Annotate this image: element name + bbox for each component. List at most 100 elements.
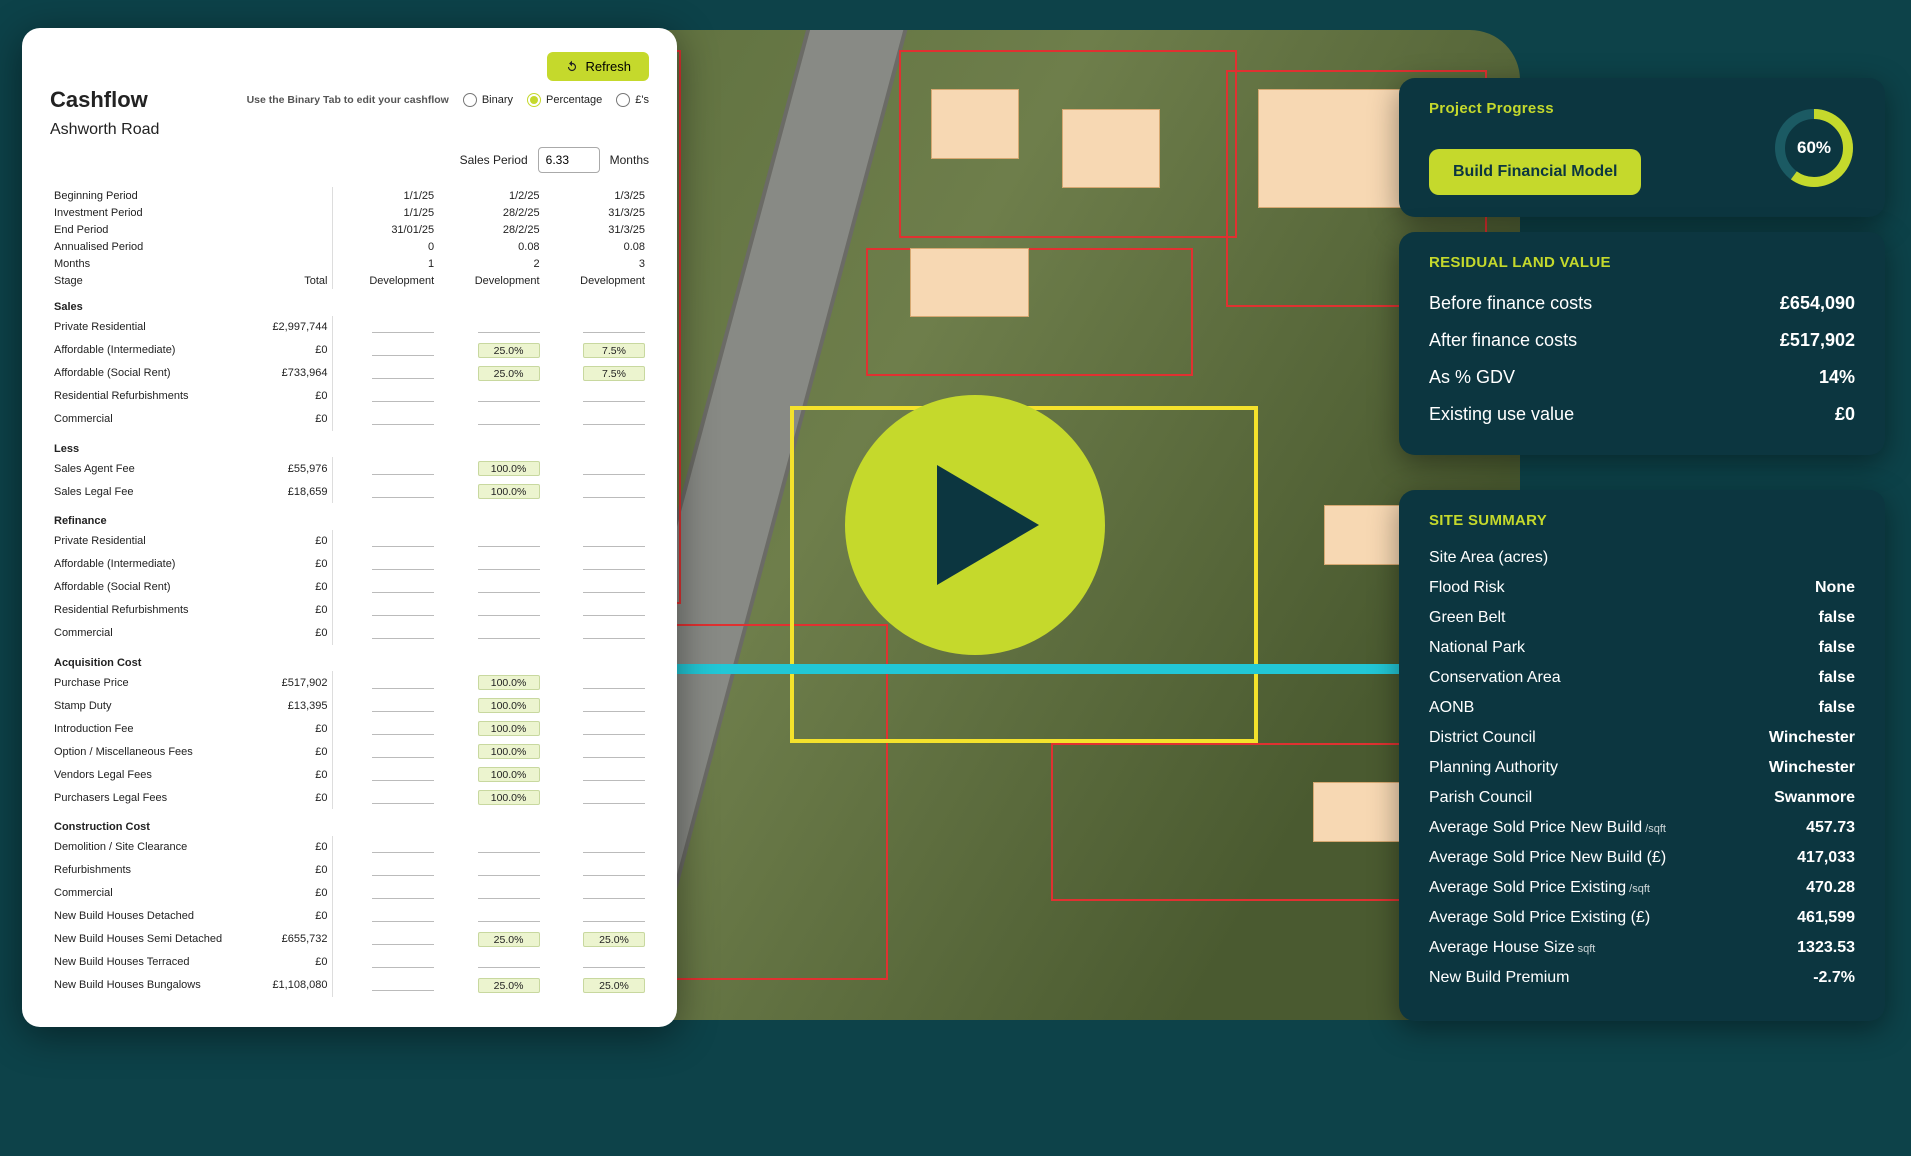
row-c3 bbox=[544, 859, 649, 882]
cell-input[interactable]: 100.0% bbox=[478, 461, 540, 476]
col3: Development bbox=[544, 272, 649, 289]
cell-input[interactable] bbox=[478, 387, 540, 402]
build-model-button[interactable]: Build Financial Model bbox=[1429, 149, 1641, 195]
cell-input[interactable] bbox=[372, 743, 434, 758]
cell-input[interactable] bbox=[372, 318, 434, 333]
cell-input[interactable] bbox=[583, 318, 645, 333]
cell-input[interactable] bbox=[478, 838, 540, 853]
cell-input[interactable] bbox=[583, 697, 645, 712]
row-c1 bbox=[332, 905, 438, 928]
cell-input[interactable] bbox=[583, 410, 645, 425]
cell-input[interactable] bbox=[372, 953, 434, 968]
cell-input[interactable] bbox=[478, 555, 540, 570]
cell-input[interactable]: 7.5% bbox=[583, 366, 645, 381]
row-c2 bbox=[438, 530, 543, 553]
cell-input[interactable]: 25.0% bbox=[478, 932, 540, 947]
cell-input[interactable] bbox=[583, 743, 645, 758]
cashflow-hint: Use the Binary Tab to edit your cashflow bbox=[247, 94, 449, 106]
cell-input[interactable] bbox=[583, 766, 645, 781]
cell-input[interactable] bbox=[478, 578, 540, 593]
row-c1 bbox=[332, 457, 438, 480]
cell-input[interactable] bbox=[372, 720, 434, 735]
cell-input[interactable] bbox=[372, 601, 434, 616]
total-col bbox=[240, 238, 332, 255]
cell-input[interactable] bbox=[583, 460, 645, 475]
cell-input[interactable] bbox=[372, 884, 434, 899]
row-label: Refurbishments bbox=[50, 859, 240, 882]
cell-input[interactable] bbox=[583, 601, 645, 616]
summary-key: Planning Authority bbox=[1429, 759, 1558, 777]
cell-input[interactable] bbox=[478, 953, 540, 968]
cell-input[interactable] bbox=[583, 578, 645, 593]
cell-input[interactable]: 25.0% bbox=[583, 978, 645, 993]
cell-input[interactable]: 100.0% bbox=[478, 744, 540, 759]
cell-input[interactable] bbox=[583, 907, 645, 922]
cell-input[interactable] bbox=[372, 766, 434, 781]
summary-val: -2.7% bbox=[1813, 969, 1855, 987]
cell-input[interactable] bbox=[372, 341, 434, 356]
cell-input[interactable]: 7.5% bbox=[583, 343, 645, 358]
sales-period-input[interactable] bbox=[538, 147, 600, 173]
cell-input[interactable]: 100.0% bbox=[478, 484, 540, 499]
cell-input[interactable]: 100.0% bbox=[478, 698, 540, 713]
cell-input[interactable] bbox=[372, 364, 434, 379]
cell-input[interactable]: 25.0% bbox=[478, 343, 540, 358]
cell-input[interactable] bbox=[478, 907, 540, 922]
cell-input[interactable] bbox=[583, 674, 645, 689]
rlv-val: £654,090 bbox=[1780, 293, 1855, 314]
cell-input[interactable] bbox=[583, 838, 645, 853]
cell-input[interactable] bbox=[478, 601, 540, 616]
cell-input[interactable] bbox=[583, 387, 645, 402]
cell-input[interactable] bbox=[583, 483, 645, 498]
cell-input[interactable] bbox=[583, 555, 645, 570]
row-total: £0 bbox=[240, 599, 332, 622]
cell-input[interactable] bbox=[478, 318, 540, 333]
cell-input[interactable] bbox=[372, 624, 434, 639]
cell-input[interactable] bbox=[372, 387, 434, 402]
cell-input[interactable]: 100.0% bbox=[478, 790, 540, 805]
cell-input[interactable]: 100.0% bbox=[478, 767, 540, 782]
cell-input[interactable] bbox=[478, 532, 540, 547]
cell-input[interactable] bbox=[583, 789, 645, 804]
cell-input[interactable]: 25.0% bbox=[583, 932, 645, 947]
cashflow-title: Cashflow bbox=[50, 87, 148, 113]
cell-input[interactable] bbox=[583, 624, 645, 639]
cell-input[interactable] bbox=[372, 460, 434, 475]
cell-input[interactable] bbox=[372, 861, 434, 876]
cell-input[interactable] bbox=[372, 838, 434, 853]
radio-percentage[interactable]: Percentage bbox=[527, 93, 602, 107]
cell-input[interactable]: 25.0% bbox=[478, 366, 540, 381]
cell-input[interactable] bbox=[372, 410, 434, 425]
cell-input[interactable] bbox=[583, 861, 645, 876]
refresh-button[interactable]: Refresh bbox=[547, 52, 649, 81]
summary-row: Flood RiskNone bbox=[1429, 573, 1855, 603]
total-col bbox=[240, 187, 332, 204]
radio-binary[interactable]: Binary bbox=[463, 93, 513, 107]
cell-input[interactable] bbox=[372, 789, 434, 804]
cell-input[interactable] bbox=[583, 532, 645, 547]
cell-input[interactable] bbox=[478, 884, 540, 899]
row-c3 bbox=[544, 717, 649, 740]
summary-val: 470.28 bbox=[1806, 879, 1855, 897]
cell-input[interactable]: 25.0% bbox=[478, 978, 540, 993]
play-button[interactable] bbox=[845, 395, 1105, 655]
cell-input[interactable] bbox=[478, 624, 540, 639]
cell-input[interactable] bbox=[583, 720, 645, 735]
row-label: Affordable (Intermediate) bbox=[50, 339, 240, 362]
cell-input[interactable] bbox=[372, 578, 434, 593]
cell-input[interactable] bbox=[372, 976, 434, 991]
cell-input[interactable] bbox=[372, 483, 434, 498]
cell-input[interactable] bbox=[478, 410, 540, 425]
cell-input[interactable]: 100.0% bbox=[478, 675, 540, 690]
cell-input[interactable]: 100.0% bbox=[478, 721, 540, 736]
radio-pounds[interactable]: £'s bbox=[616, 93, 649, 107]
cell-input[interactable] bbox=[372, 697, 434, 712]
cell-input[interactable] bbox=[372, 930, 434, 945]
cell-input[interactable] bbox=[583, 953, 645, 968]
cell-input[interactable] bbox=[372, 555, 434, 570]
cell-input[interactable] bbox=[583, 884, 645, 899]
cell-input[interactable] bbox=[372, 907, 434, 922]
cell-input[interactable] bbox=[372, 674, 434, 689]
cell-input[interactable] bbox=[478, 861, 540, 876]
cell-input[interactable] bbox=[372, 532, 434, 547]
